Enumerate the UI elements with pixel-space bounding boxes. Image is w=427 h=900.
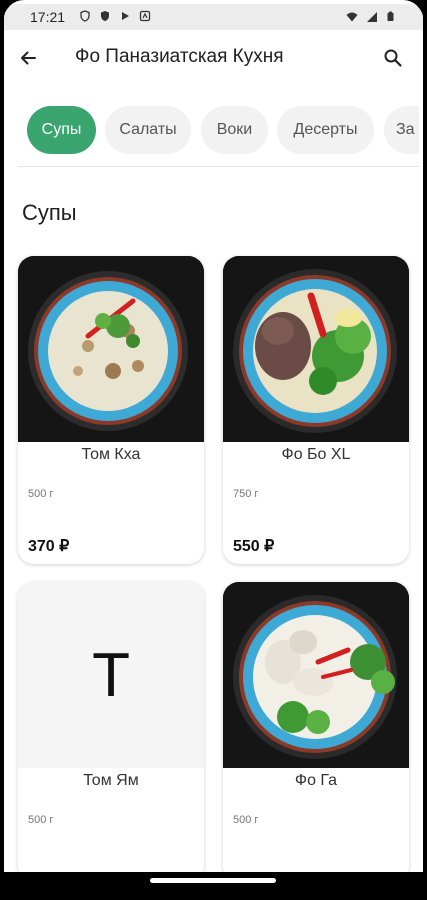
app-bar: Фо Паназиатская Кухня [0, 30, 419, 86]
tab-woks[interactable]: Воки [201, 106, 268, 154]
product-weight: 500 г [233, 814, 259, 826]
product-image-pho-ga [223, 582, 409, 768]
battery-icon [387, 11, 394, 21]
product-price: 550 ₽ [233, 538, 275, 555]
wifi-icon [346, 12, 358, 21]
product-image-tom-kha [18, 256, 204, 442]
tab-soups[interactable]: Супы [27, 106, 96, 154]
product-card[interactable]: Т Том Ям 500 г [18, 582, 204, 882]
product-weight: 500 г [28, 488, 54, 500]
product-weight: 750 г [233, 488, 259, 500]
product-name: Том Кха [81, 446, 141, 463]
divider [18, 166, 419, 167]
vpn-icon [101, 11, 109, 21]
search-button[interactable] [379, 44, 407, 72]
signal-icon [367, 11, 377, 22]
notification-icon [139, 10, 151, 22]
home-gesture-handle[interactable] [150, 878, 276, 883]
play-icon [122, 12, 129, 20]
page-title: Фо Паназиатская Кухня [75, 46, 284, 67]
product-name: Том Ям [83, 772, 139, 789]
product-name: Фо Га [294, 772, 338, 789]
tab-desserts[interactable]: Десерты [277, 106, 374, 154]
product-price: 370 ₽ [28, 538, 70, 555]
tab-salads[interactable]: Салаты [105, 106, 191, 154]
product-card[interactable]: Фо Бо XL 750 г 550 ₽ [223, 256, 409, 564]
back-button[interactable] [14, 44, 42, 72]
navigation-bar [0, 872, 427, 900]
product-image-placeholder: Т [18, 582, 204, 768]
status-time: 17:21 [30, 9, 66, 25]
section-title: Супы [22, 200, 77, 225]
placeholder-letter: Т [92, 640, 130, 710]
arrow-left-icon [21, 51, 36, 65]
tab-more[interactable]: За [384, 106, 419, 154]
product-card[interactable]: Фо Га 500 г [223, 582, 409, 882]
shield-icon [80, 10, 90, 22]
product-weight: 500 г [28, 814, 54, 826]
category-tabs: Супы Салаты Воки Десерты За [0, 104, 419, 158]
status-bar: 17:21 [4, 4, 423, 30]
product-card[interactable]: Том Кха 500 г 370 ₽ [18, 256, 204, 564]
product-image-pho-bo [223, 256, 409, 442]
product-name: Фо Бо XL [281, 446, 351, 463]
search-icon [384, 49, 402, 67]
